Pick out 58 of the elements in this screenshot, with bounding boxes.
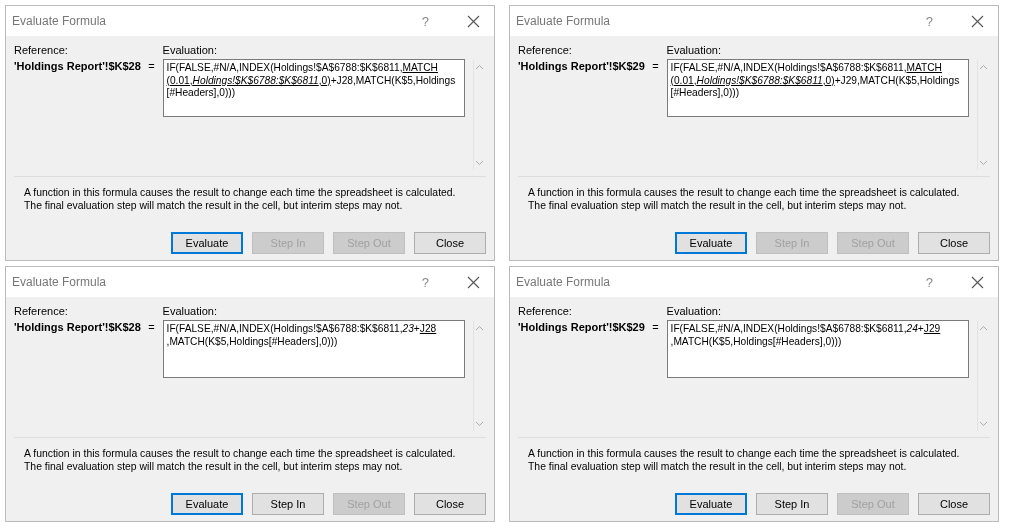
volatile-function-message: A function in this formula causes the result to change each time the spreadsheet is calculated. The final evaluation step will match the result in the cell, but interim steps may not. [528, 187, 961, 212]
scroll-down-icon[interactable] [475, 421, 485, 427]
dialog-button[interactable]: Evaluate [675, 493, 747, 515]
reference-value: 'Holdings Report'!$K$28 [14, 60, 141, 72]
close-icon[interactable] [971, 14, 984, 28]
help-button[interactable]: ? [421, 274, 429, 290]
help-button[interactable]: ? [421, 13, 429, 29]
help-button[interactable]: ? [925, 13, 933, 29]
scroll-up-icon[interactable] [979, 64, 989, 70]
scroll-down-icon[interactable] [475, 160, 485, 166]
equals-sign: = [652, 321, 660, 333]
evaluation-box[interactable]: IF(FALSE,#N/A,INDEX(Holdings!$A$6788:$K$6811,MATCH (0.01,Holdings!$K$6788:$K$6811,0)+J28,MATCH(K$5,Holdings [#Headers],0))) [162, 59, 465, 117]
evaluation-label: Evaluation: [666, 305, 721, 317]
close-icon[interactable] [467, 14, 480, 28]
scroll-up-icon[interactable] [475, 64, 485, 70]
reference-value: 'Holdings Report'!$K$28 [14, 321, 141, 333]
volatile-function-message: A function in this formula causes the result to change each time the spreadsheet is calculated. The final evaluation step will match the result in the cell, but interim steps may not. [528, 448, 961, 473]
evaluation-label: Evaluation: [162, 305, 217, 317]
reference-label: Reference: [518, 305, 572, 317]
reference-label: Reference: [14, 44, 68, 56]
volatile-function-message: A function in this formula causes the result to change each time the spreadsheet is calculated. The final evaluation step will match the result in the cell, but interim steps may not. [24, 448, 457, 473]
scrollbar[interactable] [976, 321, 990, 431]
reference-label: Reference: [518, 44, 572, 56]
dialog-button[interactable]: Step In [756, 493, 828, 515]
scrollbar[interactable] [472, 60, 486, 170]
dialog-button[interactable]: Step In [252, 493, 324, 515]
dialog-button[interactable]: Close [414, 232, 486, 254]
window-title: Evaluate Formula [516, 275, 612, 289]
reference-value: 'Holdings Report'!$K$29 [518, 60, 645, 72]
window-title: Evaluate Formula [516, 14, 612, 28]
dialog-button[interactable]: Evaluate [171, 232, 243, 254]
dialog-button[interactable]: Close [918, 493, 990, 515]
scroll-down-icon[interactable] [979, 160, 989, 166]
reference-value: 'Holdings Report'!$K$29 [518, 321, 645, 333]
reference-label: Reference: [14, 305, 68, 317]
scroll-down-icon[interactable] [979, 421, 989, 427]
window-title: Evaluate Formula [12, 275, 108, 289]
close-icon[interactable] [467, 275, 480, 289]
evaluation-box[interactable]: IF(FALSE,#N/A,INDEX(Holdings!$A$6788:$K$6811,24+J29 ,MATCH(K$5,Holdings[#Headers],0))) [666, 320, 969, 378]
evaluation-box[interactable]: IF(FALSE,#N/A,INDEX(Holdings!$A$6788:$K$6811,MATCH (0.01,Holdings!$K$6788:$K$6811,0)+J29,MATCH(K$5,Holdings [#Headers],0))) [666, 59, 969, 117]
dialog-button[interactable]: Close [918, 232, 990, 254]
dialog-button[interactable]: Evaluate [675, 232, 747, 254]
evaluation-label: Evaluation: [162, 44, 217, 56]
scroll-up-icon[interactable] [475, 325, 485, 331]
scrollbar[interactable] [472, 321, 486, 431]
evaluation-label: Evaluation: [666, 44, 721, 56]
window-title: Evaluate Formula [12, 14, 108, 28]
dialog-button[interactable]: Close [414, 493, 486, 515]
evaluation-box[interactable]: IF(FALSE,#N/A,INDEX(Holdings!$A$6788:$K$6811,23+J28 ,MATCH(K$5,Holdings[#Headers],0))) [162, 320, 465, 378]
scroll-up-icon[interactable] [979, 325, 989, 331]
equals-sign: = [148, 321, 156, 333]
scrollbar[interactable] [976, 60, 990, 170]
volatile-function-message: A function in this formula causes the result to change each time the spreadsheet is calculated. The final evaluation step will match the result in the cell, but interim steps may not. [24, 187, 457, 212]
close-icon[interactable] [971, 275, 984, 289]
equals-sign: = [652, 60, 660, 72]
equals-sign: = [148, 60, 156, 72]
dialog-button[interactable]: Evaluate [171, 493, 243, 515]
help-button[interactable]: ? [925, 274, 933, 290]
